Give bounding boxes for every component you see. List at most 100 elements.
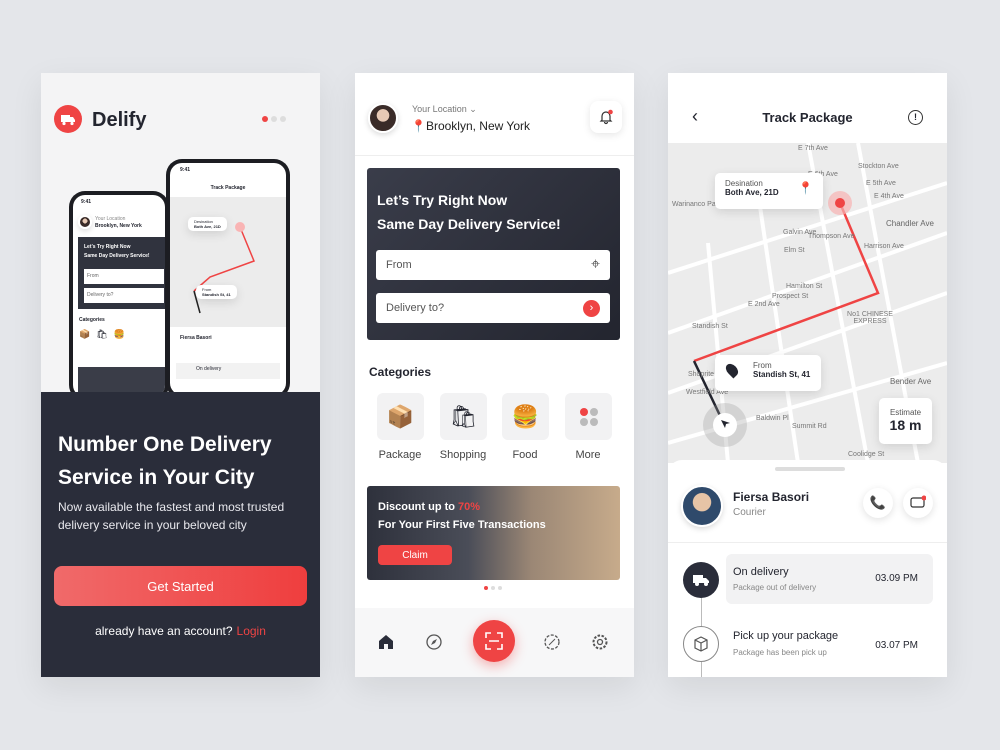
- phone-mockup-track: 9:41 Track Package Desination Both Ave, 2…: [166, 159, 290, 399]
- shopping-bag-icon: 🛍: [440, 393, 487, 440]
- login-prompt: already have an account? Login: [95, 624, 266, 638]
- brand-name: Delify: [92, 109, 147, 131]
- truck-icon: [683, 562, 719, 598]
- truck-logo-icon: [54, 105, 82, 133]
- home-icon[interactable]: [377, 633, 395, 656]
- call-button[interactable]: 📞: [863, 488, 893, 518]
- locate-icon: ⌖: [590, 256, 600, 273]
- chevron-down-icon: ⌄: [469, 104, 477, 114]
- origin-popup[interactable]: From Standish St, 41: [715, 355, 821, 391]
- claim-button[interactable]: Claim: [378, 545, 452, 565]
- phone-icon: 📞: [869, 495, 887, 510]
- category-label: Package: [378, 449, 422, 461]
- onboarding-hero: Number One Delivery Service in Your City …: [41, 392, 320, 677]
- banner-subtitle: For Your First Five Transactions: [378, 519, 546, 531]
- mini-categories: Categories: [79, 317, 105, 323]
- location-value[interactable]: 📍Brooklyn, New York: [411, 119, 530, 133]
- notification-button[interactable]: [590, 101, 622, 133]
- street-label: Shoprite: [688, 371, 715, 378]
- info-icon[interactable]: !: [908, 110, 923, 125]
- mini-promo: Let’s Try Right Now Same Day Delivery Se…: [78, 237, 165, 309]
- mini-from: From Standish St, 41: [196, 285, 237, 299]
- mini-to: Delivery to?: [84, 288, 164, 303]
- street-label: E 5th Ave: [866, 180, 896, 187]
- street-label: Harrison Ave: [864, 243, 904, 250]
- chat-button[interactable]: [903, 488, 933, 518]
- bell-icon: [599, 109, 613, 125]
- scan-icon: [485, 632, 503, 650]
- location-pin-icon: [723, 361, 741, 379]
- package-icon: 📦: [377, 393, 424, 440]
- phone-time: 9:41: [180, 167, 191, 173]
- mini-promo-2: Same Day Delivery Service!: [84, 253, 150, 259]
- mini-avatar: [78, 215, 92, 229]
- timeline-step-delivery[interactable]: On delivery Package out of delivery 03.0…: [726, 554, 933, 604]
- user-avatar[interactable]: [368, 103, 398, 133]
- more-grid-icon: [565, 393, 612, 440]
- category-more[interactable]: [565, 393, 612, 440]
- mini-destination: Desination Both Ave, 21D: [188, 217, 227, 231]
- mini-location-label: Your Location: [95, 216, 126, 222]
- destination-popup[interactable]: Desination Both Ave, 21D 📍: [715, 173, 823, 209]
- settings-icon[interactable]: [591, 633, 609, 656]
- category-label: Shopping: [439, 449, 487, 461]
- mini-step: On delivery: [176, 363, 280, 379]
- street-label: E 7th Ave: [798, 145, 828, 152]
- banner-indicator[interactable]: [484, 586, 502, 590]
- discount-icon[interactable]: [543, 633, 561, 656]
- street-label: Standish St: [692, 323, 728, 330]
- street-label: Baldwin Pl: [756, 415, 789, 422]
- get-started-button[interactable]: Get Started: [54, 566, 307, 606]
- bottom-nav: [355, 608, 634, 677]
- categories-title: Categories: [369, 365, 432, 379]
- from-input[interactable]: From ⌖: [376, 250, 610, 280]
- location-label[interactable]: Your Location ⌄: [412, 104, 477, 115]
- estimate-card: Estimate 18 m: [879, 398, 932, 444]
- onboarding-screen: Delify 9:41 Your Location Brooklyn, New …: [41, 73, 320, 677]
- street-label: Summit Rd: [792, 423, 827, 430]
- courier-name: Fiersa Basori: [733, 490, 810, 504]
- track-package-screen: ‹ Track Package ! E 7th Ave E 6th Ave St…: [668, 73, 947, 677]
- mini-courier: Fiersa Basori: [180, 335, 212, 341]
- promo-title: Let’s Try Right Now Same Day Delivery Ser…: [377, 192, 561, 232]
- courier-avatar: [681, 485, 723, 527]
- subtitle: Now available the fastest and most trust…: [58, 500, 285, 532]
- mini-from: From: [84, 269, 164, 284]
- chat-icon: [910, 495, 926, 508]
- courier-role: Courier: [733, 507, 766, 518]
- street-label: Bender Ave: [890, 377, 932, 386]
- home-screen: Your Location ⌄ 📍Brooklyn, New York Let’…: [355, 73, 634, 677]
- street-label: Elm St: [784, 247, 805, 254]
- street-label: E 4th Ave: [874, 193, 904, 200]
- street-label: Prospect St: [772, 293, 809, 300]
- category-shopping[interactable]: 🛍: [440, 393, 487, 440]
- mini-map: Desination Both Ave, 21D From Standish St,…: [170, 197, 286, 327]
- headline: Number One Delivery Service in Your City: [58, 433, 272, 489]
- street-label: Stockton Ave: [858, 163, 899, 170]
- category-label: More: [575, 449, 601, 461]
- mini-promo-1: Let’s Try Right Now: [84, 244, 131, 250]
- street-label: Thompson Ave: [808, 233, 855, 240]
- page-indicator[interactable]: [262, 116, 286, 122]
- delivery-to-input[interactable]: Delivery to? ›: [376, 293, 610, 323]
- street-label: Chandler Ave: [886, 219, 934, 228]
- compass-icon[interactable]: [425, 633, 443, 656]
- category-food[interactable]: 🍔: [502, 393, 549, 440]
- box-icon: [683, 626, 719, 662]
- drag-handle[interactable]: [775, 467, 845, 471]
- location-pin-icon: 📍: [411, 119, 426, 133]
- timeline-step-pickup[interactable]: Pick up your package Package has been pi…: [726, 620, 933, 670]
- discount-banner[interactable]: Discount up to 70% For Your First Five T…: [367, 486, 620, 580]
- login-link[interactable]: Login: [237, 624, 266, 638]
- map[interactable]: E 7th Ave E 6th Ave Stockton Ave E 5th A…: [668, 143, 947, 463]
- location-pin-icon: 📍: [798, 181, 813, 195]
- scan-button[interactable]: [473, 620, 515, 662]
- phone-mockup-home: 9:41 Your Location Brooklyn, New York Le…: [69, 191, 169, 401]
- mini-track-title: Track Package: [210, 185, 246, 191]
- category-package[interactable]: 📦: [377, 393, 424, 440]
- street-label: Coolidge St: [848, 451, 885, 458]
- divider: [355, 155, 634, 156]
- divider: [668, 542, 947, 543]
- mini-tiles: 📦 🛍 🍔: [79, 329, 125, 339]
- courier-sheet: Fiersa Basori Courier 📞 On delivery Pack…: [668, 460, 947, 677]
